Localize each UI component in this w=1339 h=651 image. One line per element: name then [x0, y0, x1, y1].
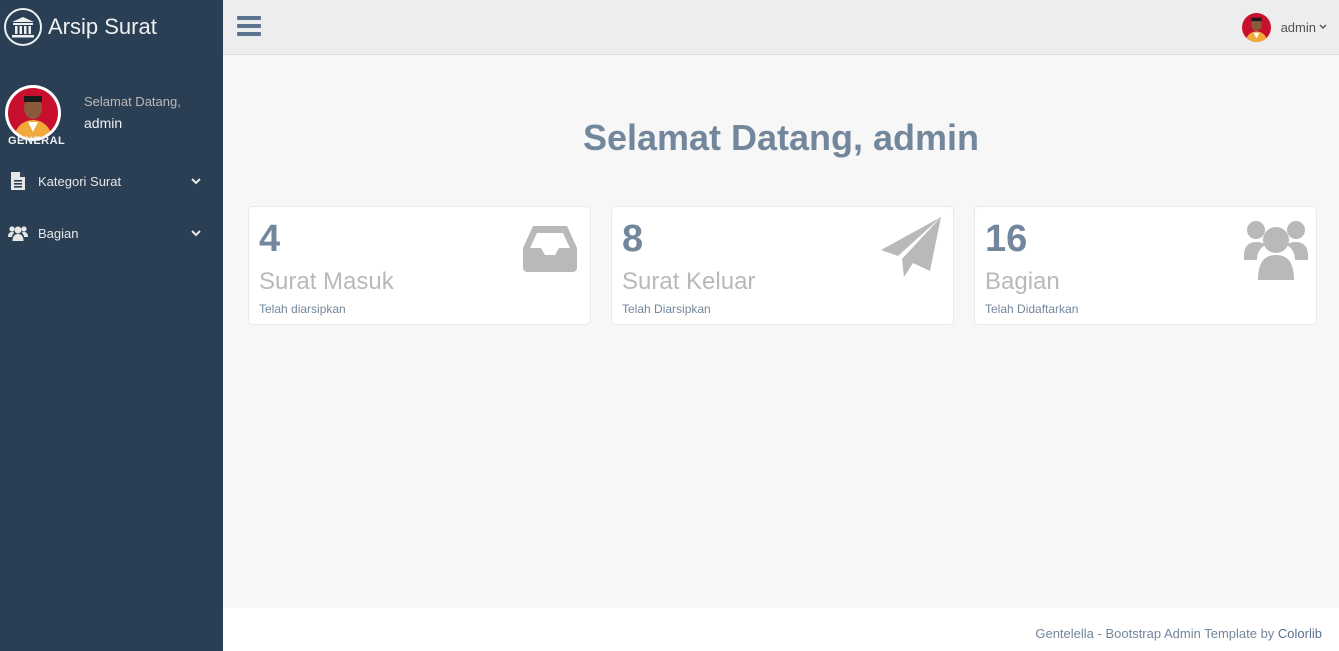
inbox-icon	[518, 217, 582, 281]
stat-subtitle: Telah Diarsipkan	[622, 302, 711, 316]
chevron-down-icon	[191, 176, 201, 186]
stat-count: 4	[259, 218, 281, 260]
institution-icon	[4, 8, 42, 46]
menu-section-title: GENERAL	[8, 135, 66, 147]
sidebar: Arsip Surat Selamat Datang, admin GENERA…	[0, 0, 223, 651]
menu-bars-icon[interactable]	[237, 16, 261, 38]
welcome-label: Selamat Datang,	[84, 93, 181, 109]
stat-subtitle: Telah Didaftarkan	[985, 302, 1079, 316]
avatar	[1241, 12, 1271, 42]
users-icon	[8, 223, 28, 243]
file-text-icon	[8, 171, 28, 191]
chevron-down-icon	[191, 228, 201, 238]
app-title: Arsip Surat	[48, 14, 157, 39]
stat-title: Surat Keluar	[622, 268, 756, 295]
stat-tile-surat-masuk: 4 Surat Masuk Telah diarsipkan	[248, 206, 591, 325]
footer-text: Gentelella - Bootstrap Admin Template by…	[1035, 626, 1322, 641]
user-dropdown[interactable]: admin	[1241, 12, 1327, 42]
stat-title: Bagian	[985, 268, 1060, 295]
page-title: Selamat Datang, admin	[582, 117, 980, 158]
stat-count: 8	[622, 218, 644, 260]
avatar	[5, 85, 61, 141]
footer-colorlib-link[interactable]: Colorlib	[1278, 626, 1322, 641]
footer-credit: Gentelella - Bootstrap Admin Template by	[1035, 626, 1278, 641]
sidebar-item-label: Bagian	[38, 225, 79, 241]
profile-username: admin	[84, 114, 123, 131]
sidebar-item-label: Kategori Surat	[38, 173, 122, 189]
stat-tile-surat-keluar: 8 Surat Keluar Telah Diarsipkan	[611, 206, 954, 325]
footer: Gentelella - Bootstrap Admin Template by…	[223, 608, 1339, 651]
chevron-down-icon	[1319, 23, 1327, 31]
brand[interactable]: Arsip Surat	[0, 0, 223, 54]
topnav-username: admin	[1280, 19, 1316, 35]
sidebar-item-kategori-surat[interactable]: Kategori Surat	[0, 155, 223, 207]
sidebar-item-bagian[interactable]: Bagian	[0, 207, 223, 259]
stat-title: Surat Masuk	[259, 268, 394, 295]
stat-count: 16	[985, 218, 1028, 260]
users-icon	[1244, 217, 1308, 281]
stat-subtitle: Telah diarsipkan	[259, 302, 346, 316]
paper-plane-icon	[879, 215, 943, 279]
top-navbar: admin	[223, 0, 1339, 55]
stat-tile-bagian: 16 Bagian Telah Didaftarkan	[974, 206, 1317, 325]
main-content: Selamat Datang, admin 4 Surat Masuk Tela…	[223, 55, 1339, 608]
